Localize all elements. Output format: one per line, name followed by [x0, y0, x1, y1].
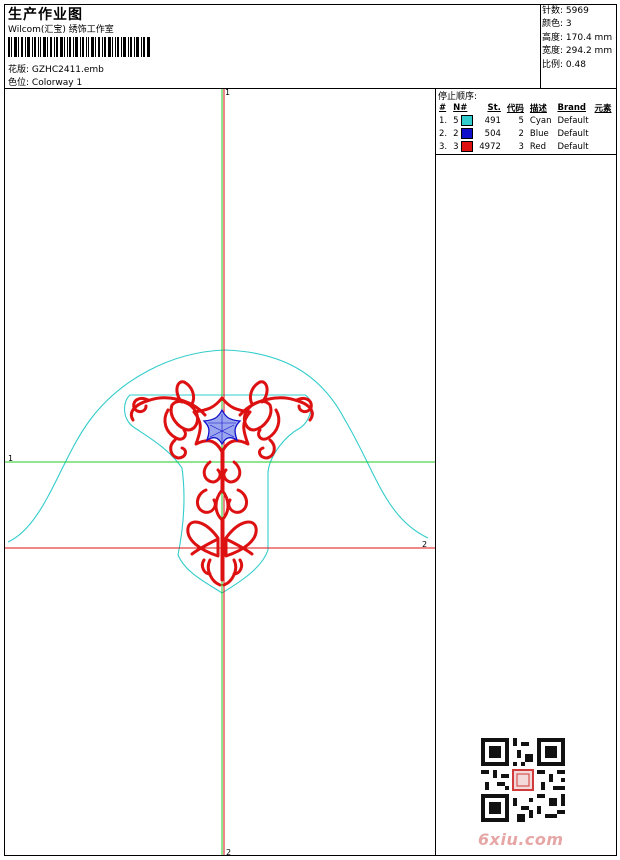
col-header: Brand — [557, 102, 587, 113]
row-code: 3 — [518, 141, 524, 152]
col-header: N# — [453, 102, 468, 113]
row-stitches: 504 — [484, 128, 501, 139]
axis-label-left: 1 — [8, 454, 14, 463]
stat-height: 高度: 170.4 mm — [542, 32, 612, 45]
row-index: 1. — [439, 115, 448, 126]
row-desc: Red — [529, 141, 547, 152]
axis-label-bottom: 2 — [226, 848, 232, 857]
colorway-value: Colorway 1 — [31, 78, 83, 88]
row-code: 5 — [518, 115, 524, 126]
color-swatch — [461, 128, 474, 139]
table-row: 3. 3 4972 3 Red Default — [436, 140, 615, 153]
row-code: 2 — [518, 128, 524, 139]
color-swatch — [461, 115, 474, 126]
row-brand: Default — [557, 128, 589, 139]
colorway-label: 色位: — [8, 78, 30, 88]
row-needle: 5 — [450, 114, 476, 127]
design-name-row: 花版: GZHC2411.emb — [8, 62, 104, 75]
row-element — [592, 140, 615, 153]
col-header: 描述 — [529, 103, 547, 114]
col-header: # — [439, 102, 447, 113]
sequence-divider — [435, 154, 617, 155]
needle-number: 3 — [453, 142, 459, 152]
needle-number: 5 — [453, 116, 459, 126]
blue-star-fill — [202, 408, 242, 446]
stat-scale: 比例: 0.48 — [542, 59, 612, 72]
design-label: 花版: — [8, 65, 30, 75]
col-header: 元素 — [594, 103, 612, 114]
stat-value: 170.4 mm — [565, 32, 613, 43]
row-index: 3. — [439, 141, 448, 152]
row-element — [592, 127, 615, 140]
stat-label: 宽度: — [542, 46, 564, 57]
col-header: St. — [487, 102, 501, 113]
row-stitches: 4972 — [479, 141, 501, 152]
stats-panel: 针数: 5969 颜色: 3 高度: 170.4 mm 宽度: 294.2 mm… — [542, 5, 612, 72]
qr-code-icon — [481, 738, 565, 822]
axis-label-top: 1 — [225, 88, 231, 97]
stat-colors: 颜色: 3 — [542, 18, 612, 31]
stat-value: 3 — [565, 19, 572, 30]
stat-width: 宽度: 294.2 mm — [542, 45, 612, 58]
row-needle: 2 — [450, 127, 476, 140]
axis-label-right: 2 — [422, 540, 428, 549]
row-index: 2. — [439, 128, 448, 139]
stat-stitches: 针数: 5969 — [542, 5, 612, 18]
stat-value: 5969 — [565, 6, 589, 16]
row-stitches: 491 — [484, 115, 501, 126]
row-element — [592, 114, 615, 127]
stat-value: 294.2 mm — [565, 46, 613, 57]
stat-value: 0.48 — [565, 59, 586, 70]
page-title: 生产作业图 — [8, 7, 83, 23]
stats-divider — [540, 4, 541, 88]
row-desc: Cyan — [529, 115, 552, 126]
sidebar-divider — [435, 88, 436, 856]
barcode-icon — [8, 37, 150, 57]
design-value: GZHC2411.emb — [31, 65, 104, 75]
table-row: 2. 2 504 2 Blue Default — [436, 127, 615, 140]
embroidery-canvas — [5, 89, 435, 855]
col-header: 代码 — [506, 103, 524, 114]
stat-label: 针数: — [542, 6, 564, 16]
color-swatch — [461, 141, 474, 152]
row-needle: 3 — [450, 140, 476, 153]
row-desc: Blue — [529, 128, 549, 139]
stop-sequence-table: # N# St. 代码 描述 Brand 元素 1. 5 491 5 Cyan … — [436, 101, 615, 153]
table-header-row: # N# St. 代码 描述 Brand 元素 — [436, 101, 615, 114]
row-brand: Default — [557, 115, 589, 126]
stat-label: 颜色: — [542, 19, 564, 30]
company-name: Wilcom(汇宝) 绣饰工作室 — [8, 25, 114, 35]
table-row: 1. 5 491 5 Cyan Default — [436, 114, 615, 127]
stat-label: 比例: — [542, 59, 564, 70]
watermark-text: 6xiu.com — [478, 830, 564, 849]
colorway-row: 色位: Colorway 1 — [8, 75, 82, 88]
stat-label: 高度: — [542, 32, 564, 43]
row-brand: Default — [557, 141, 589, 152]
needle-number: 2 — [453, 129, 459, 139]
